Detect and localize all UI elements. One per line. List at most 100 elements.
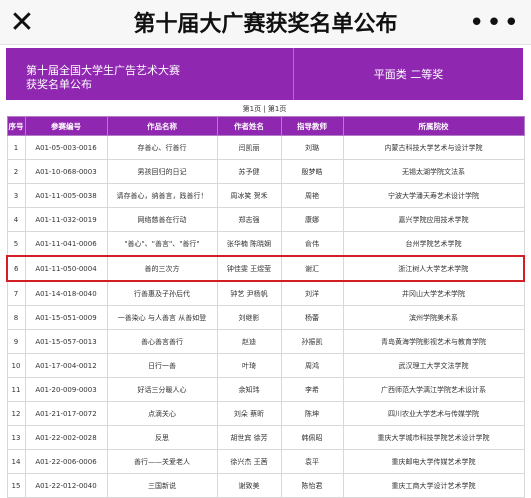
cell-school: 青岛黄海学院影视艺术与教育学院: [342, 329, 525, 354]
cell-author: 刘朵 蔡昕: [216, 401, 282, 426]
cell-advisor: 李希: [280, 377, 344, 402]
cell-index: 9: [6, 329, 26, 354]
cell-advisor: 袁平: [280, 449, 344, 474]
cell-work-name: 善行——关爱老人: [106, 449, 218, 474]
cell-index: 8: [6, 305, 26, 330]
cell-work-name: 点滴关心: [106, 401, 218, 426]
cell-school: 滨州学院美术系: [342, 305, 525, 330]
cell-entry-id: A01-11-050-0004: [24, 255, 108, 282]
cell-entry-id: A01-15-057-0013: [24, 329, 108, 354]
cell-work-name: 好话三分暖人心: [106, 377, 218, 402]
cell-school: 武汉理工大学文法学院: [342, 353, 525, 378]
table-header-row: 序号 参赛编号 作品名称 作者姓名 指导教师 所属院校: [6, 116, 525, 136]
cell-work-name: 三国新说: [106, 473, 218, 498]
cell-advisor: 谢汇: [280, 255, 344, 282]
cell-author: 余知玮: [216, 377, 282, 402]
cell-index: 5: [6, 231, 26, 257]
cell-advisor: 康娜: [280, 207, 344, 232]
cell-author: 胡世宾 徐芳: [216, 425, 282, 450]
table-row: 15 A01-22-012-0040 三国新说 谢致美 陈怡君 重庆工商大学设计艺术学院: [6, 473, 525, 498]
cell-author: 周冰笑 贺禾: [216, 183, 282, 208]
award-category: 平面类 二等奖: [373, 68, 444, 81]
cell-index: 13: [6, 425, 26, 450]
table-row: 7 A01-14-018-0040 行善惠及子孙后代 钟艺 尹杨帆 刘洋 井冈山大学艺术学…: [6, 280, 525, 306]
table-row: 14 A01-22-006-0006 善行——关爱老人 徐兴杰 王茜 袁平 重庆邮电大学传…: [6, 449, 525, 474]
cell-entry-id: A01-17-004-0012: [24, 353, 108, 378]
table-row: 6 A01-11-050-0004 善的三次方 钟佳雯 王煜莹 谢汇 浙江树人大学艺术学院: [6, 255, 525, 282]
cell-advisor: 周鸿: [280, 353, 344, 378]
cell-work-name: 存善心、行善行: [106, 135, 218, 160]
cell-entry-id: A01-20-009-0003: [24, 377, 108, 402]
title-bar: ✕ 第十届大广赛获奖名单公布 •••: [0, 0, 531, 45]
cell-index: 7: [6, 280, 26, 306]
table-row: 5 A01-11-041-0006 "善心"、"善言"、"善行" 张华楠 陈晓娴 俞伟台…: [6, 231, 525, 257]
cell-entry-id: A01-14-018-0040: [24, 280, 108, 306]
cell-school: 井冈山大学艺术学院: [342, 280, 525, 306]
cell-advisor: 韩佩昭: [280, 425, 344, 450]
page-title: 第十届大广赛获奖名单公布: [133, 12, 398, 37]
cell-author: 闫凯丽: [216, 135, 282, 160]
cell-advisor: 孙振凯: [280, 329, 344, 354]
cell-school: 内蒙古科技大学艺术与设计学院: [342, 135, 525, 160]
cell-author: 徐兴杰 王茜: [216, 449, 282, 474]
cell-entry-id: A01-11-041-0006: [24, 231, 108, 257]
cell-index: 12: [6, 401, 26, 426]
cell-school: 重庆工商大学设计艺术学院: [342, 473, 525, 498]
table-row: 8 A01-15-051-0009 一善染心 与人善言 从善如登 刘继影 杨蕾 滨州学院美…: [6, 305, 525, 330]
cell-index: 14: [6, 449, 26, 474]
table-row: 10 A01-17-004-0012 日行一善 叶琦 周鸿 武汉理工大学文法学院: [6, 353, 525, 378]
banner-left: 第十届全国大学生广告艺术大赛 获奖名单公布: [6, 48, 294, 100]
cell-index: 6: [6, 255, 26, 282]
cell-entry-id: A01-05-003-0016: [24, 135, 108, 160]
cell-school: 宁波大学潘天寿艺术设计学院: [342, 183, 525, 208]
cell-advisor: 陈怡君: [280, 473, 344, 498]
cell-entry-id: A01-11-005-0038: [24, 183, 108, 208]
cell-work-name: 反思: [106, 425, 218, 450]
cell-author: 谢致美: [216, 473, 282, 498]
cell-index: 3: [6, 183, 26, 208]
cell-school: 嘉兴学院应用技术学院: [342, 207, 525, 232]
close-icon[interactable]: ✕: [0, 0, 44, 44]
cell-work-name: 善心善言善行: [106, 329, 218, 354]
cell-school: 重庆邮电大学传媒艺术学院: [342, 449, 525, 474]
table-row: 3 A01-11-005-0038 请存善心，纳善言，践善行！ 周冰笑 贺禾 周艳 宁波大…: [6, 183, 525, 208]
table-row: 11 A01-20-009-0003 好话三分暖人心 余知玮 李希 广西师范大学漓江学院艺…: [6, 377, 525, 402]
cell-index: 1: [6, 135, 26, 160]
cell-author: 赵迪: [216, 329, 282, 354]
cell-entry-id: A01-10-068-0003: [24, 159, 108, 184]
header-index: 序号: [6, 116, 26, 136]
cell-advisor: 周艳: [280, 183, 344, 208]
cell-work-name: 一善染心 与人善言 从善如登: [106, 305, 218, 330]
cell-index: 10: [6, 353, 26, 378]
cell-author: 钟佳雯 王煜莹: [216, 255, 282, 282]
award-banner: 第十届全国大学生广告艺术大赛 获奖名单公布 平面类 二等奖: [6, 48, 523, 100]
cell-advisor: 刘璐: [280, 135, 344, 160]
cell-work-name: 日行一善: [106, 353, 218, 378]
cell-school: 广西师范大学漓江学院艺术设计系: [342, 377, 525, 402]
cell-school: 四川农业大学艺术与传媒学院: [342, 401, 525, 426]
table-row: 13 A01-22-002-0028 反思 胡世宾 徐芳 韩佩昭 重庆大学城市科技学院艺术…: [6, 425, 525, 450]
cell-author: 郑志强: [216, 207, 282, 232]
cell-index: 11: [6, 377, 26, 402]
table-row: 1 A01-05-003-0016 存善心、行善行 闫凯丽 刘璐 内蒙古科技大学艺术与设计…: [6, 135, 525, 160]
cell-entry-id: A01-22-006-0006: [24, 449, 108, 474]
cell-school: 重庆大学城市科技学院艺术设计学院: [342, 425, 525, 450]
cell-entry-id: A01-22-012-0040: [24, 473, 108, 498]
cell-author: 叶琦: [216, 353, 282, 378]
cell-author: 钟艺 尹杨帆: [216, 280, 282, 306]
cell-advisor: 杨蕾: [280, 305, 344, 330]
cell-advisor: 殷梦皓: [280, 159, 344, 184]
cell-work-name: "善心"、"善言"、"善行": [106, 231, 218, 257]
banner-line-1: 第十届全国大学生广告艺术大赛: [26, 64, 180, 77]
more-icon[interactable]: •••: [469, 8, 521, 38]
cell-author: 张华楠 陈晓娴: [216, 231, 282, 257]
cell-author: 苏予健: [216, 159, 282, 184]
cell-index: 2: [6, 159, 26, 184]
cell-advisor: 俞伟: [280, 231, 344, 257]
table-row: 2 A01-10-068-0003 男孩回归的日记 苏予健 殷梦皓 无锡太湖学院文法系: [6, 159, 525, 184]
cell-entry-id: A01-21-017-0072: [24, 401, 108, 426]
cell-advisor: 陈坤: [280, 401, 344, 426]
cell-entry-id: A01-11-032-0019: [24, 207, 108, 232]
cell-work-name: 网络慈善在行动: [106, 207, 218, 232]
table-row: 9 A01-15-057-0013 善心善言善行 赵迪 孙振凯 青岛黄海学院影视艺术与教育…: [6, 329, 525, 354]
